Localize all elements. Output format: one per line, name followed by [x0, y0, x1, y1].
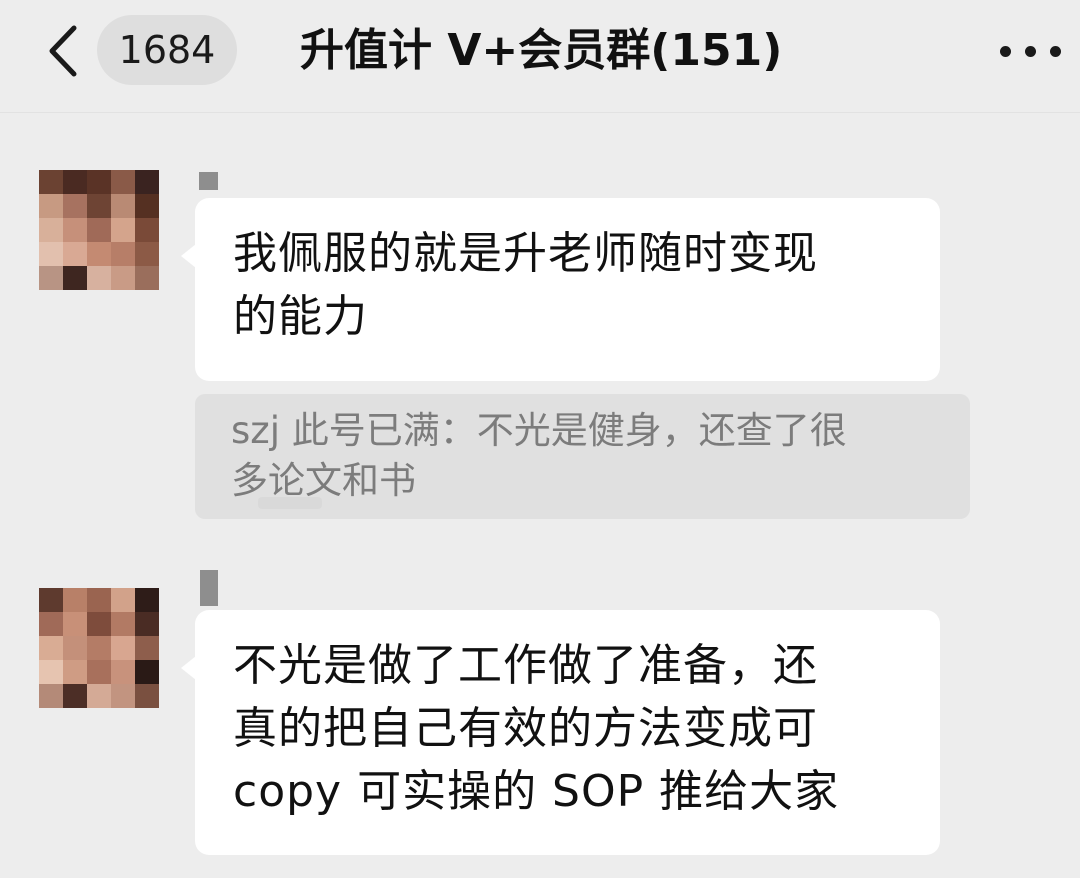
- more-options-button[interactable]: [994, 30, 1070, 74]
- quote-text-line: szj 此号已满：不光是健身，还查了很: [231, 409, 847, 452]
- unread-count-badge[interactable]: 1684: [97, 15, 237, 85]
- message-text-line: 的能力: [233, 291, 368, 342]
- sender-avatar[interactable]: [39, 170, 159, 290]
- message-bubble[interactable]: 不光是做了工作做了准备，还 真的把自己有效的方法变成可 copy 可实操的 SO…: [181, 610, 940, 855]
- message-text-line: 我佩服的就是升老师随时变现: [233, 228, 818, 279]
- chat-header: 1684 升值计 V+会员群(151): [0, 0, 1080, 113]
- message-text-line: copy 可实操的 SOP 推给大家: [233, 766, 840, 817]
- chat-title: 升值计 V+会员群(151): [300, 25, 783, 76]
- chevron-left-icon: [49, 25, 77, 77]
- back-button[interactable]: [38, 22, 88, 80]
- sender-name-redacted: [199, 172, 218, 190]
- sender-name-redacted: [200, 570, 218, 606]
- message-text-line: 真的把自己有效的方法变成可: [233, 703, 818, 754]
- redaction-smear: [258, 497, 322, 509]
- message-bubble[interactable]: 我佩服的就是升老师随时变现 的能力: [181, 198, 940, 381]
- sender-avatar[interactable]: [39, 588, 159, 708]
- quote-text-line: 多论文和书: [231, 459, 416, 502]
- more-horizontal-icon: [1000, 46, 1011, 57]
- message-text-line: 不光是做了工作做了准备，还: [233, 640, 818, 691]
